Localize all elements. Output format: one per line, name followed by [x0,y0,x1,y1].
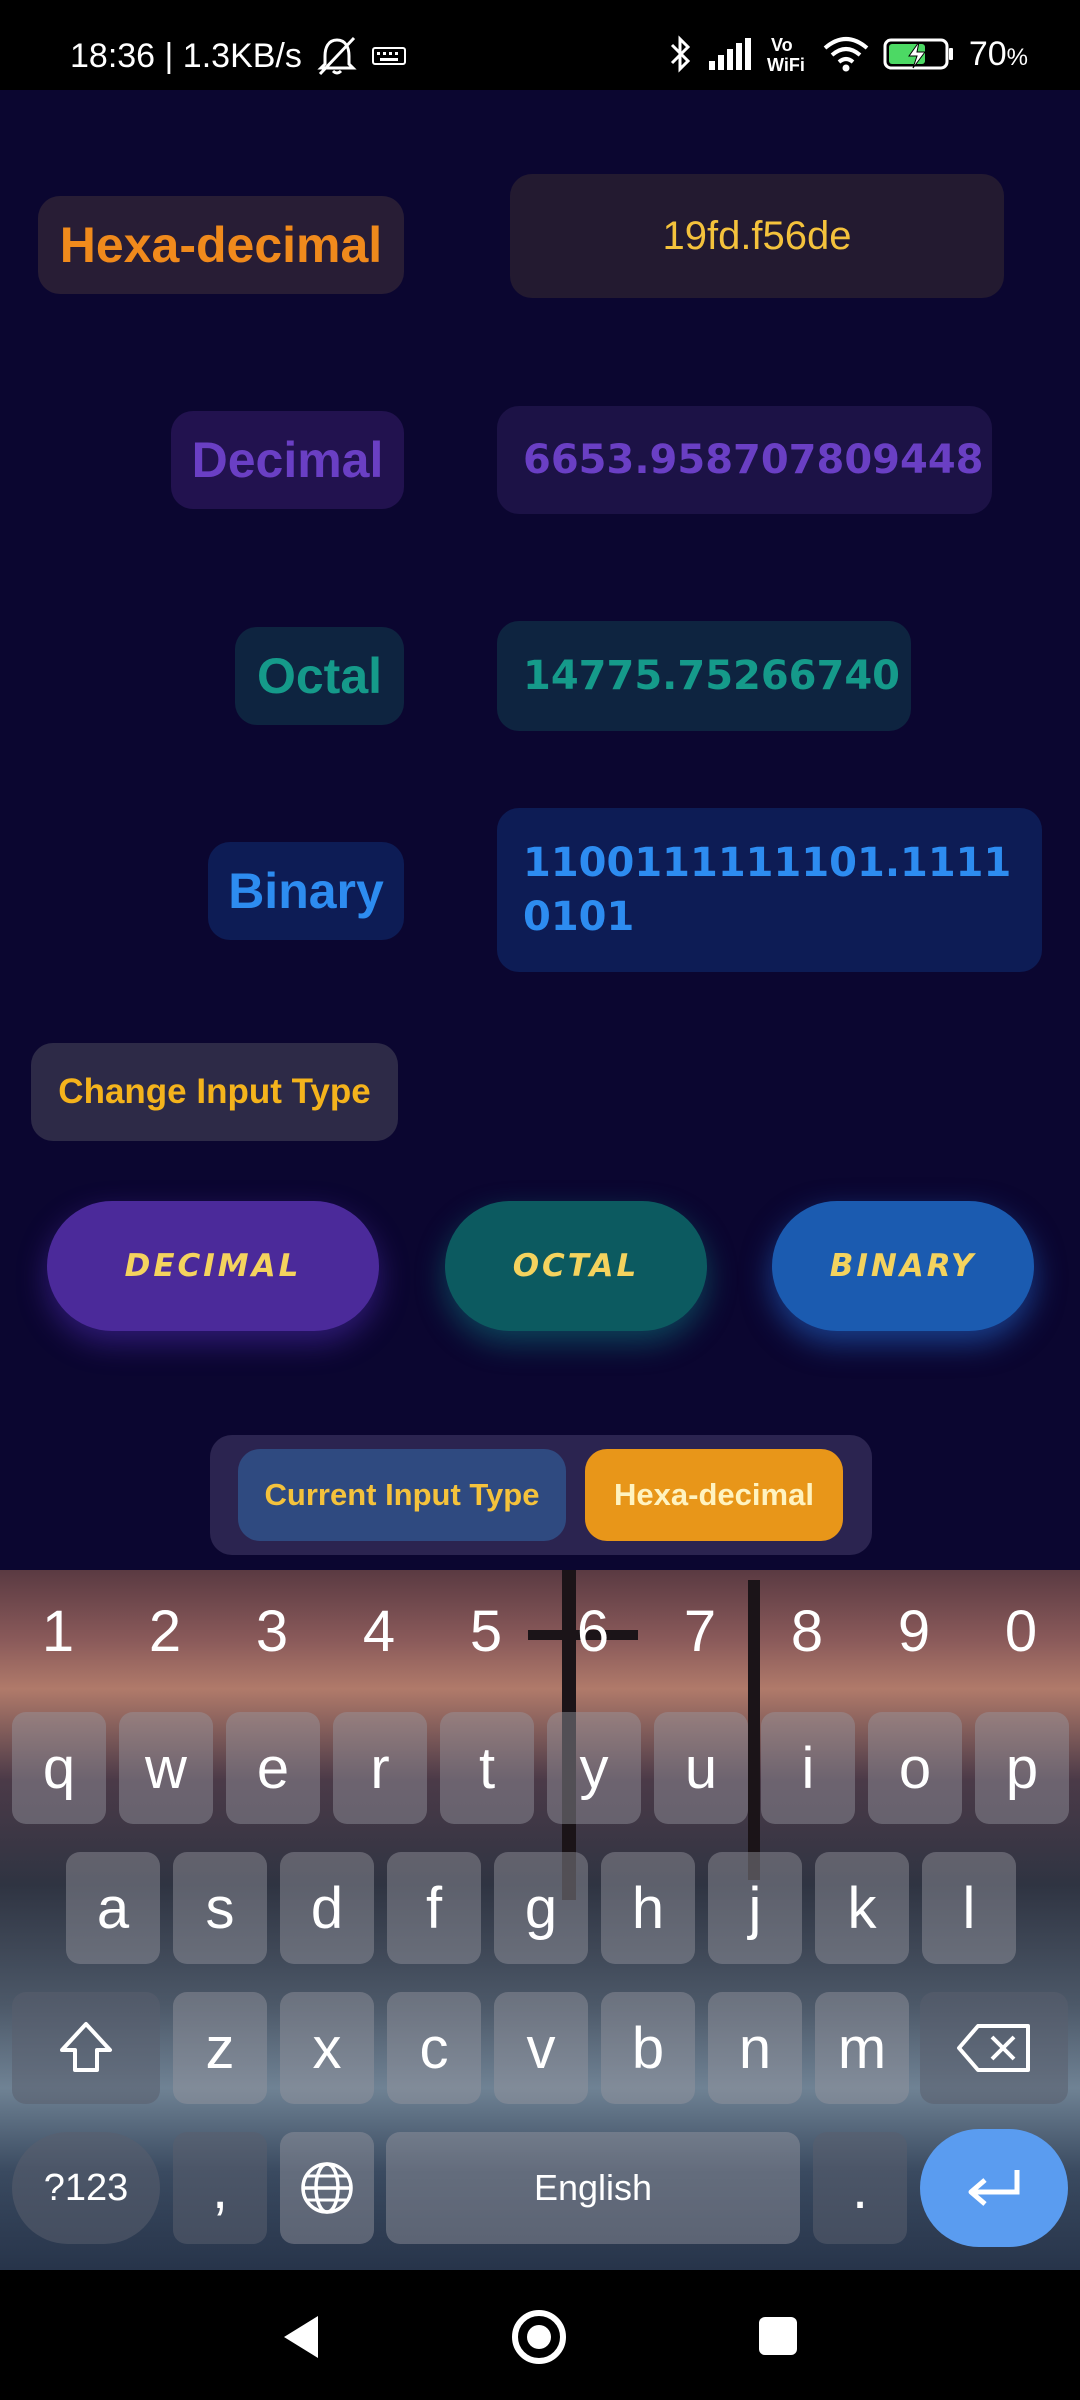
hex-label: Hexa-decimal [38,196,404,294]
recents-icon[interactable] [756,2314,800,2358]
bluetooth-icon [667,34,693,74]
number-row: 1 2 3 4 5 6 7 8 9 0 [0,1570,1080,1695]
navigation-bar [0,2270,1080,2400]
enter-key[interactable] [920,2129,1068,2247]
space-bar[interactable]: English [386,2132,800,2244]
key-f[interactable]: f [387,1852,481,1964]
key-7[interactable]: 7 [646,1598,754,1665]
binary-type-button[interactable]: BINARY [772,1201,1034,1331]
soft-keyboard: 1 2 3 4 5 6 7 8 9 0 q w e r t y u i o p … [0,1570,1080,2270]
symbols-key[interactable]: ?123 [12,2132,160,2244]
current-input-type-bar: Current Input Type Hexa-decimal [210,1435,872,1555]
decimal-value: 6653.958707809448 [497,406,992,514]
vowifi-icon: Vo WiFi [767,34,809,74]
battery-icon [883,36,955,72]
wifi-icon [823,36,869,72]
binary-label: Binary [208,842,404,940]
key-c[interactable]: c [387,1992,481,2104]
key-3[interactable]: 3 [218,1598,326,1665]
binary-value: 1100111111101.1111 0101 [497,808,1042,972]
key-r[interactable]: r [333,1712,427,1824]
back-icon[interactable] [278,2312,326,2362]
key-9[interactable]: 9 [860,1598,968,1665]
key-e[interactable]: e [226,1712,320,1824]
decimal-type-button[interactable]: DECIMAL [47,1201,379,1331]
period-key[interactable]: . [813,2132,907,2244]
key-t[interactable]: t [440,1712,534,1824]
binary-value-line2: 0101 [523,894,635,940]
octal-type-button[interactable]: OCTAL [445,1201,707,1331]
enter-icon [968,2170,1020,2206]
key-4[interactable]: 4 [325,1598,433,1665]
key-q[interactable]: q [12,1712,106,1824]
octal-value: 14775.75266740 [497,621,911,731]
key-h[interactable]: h [601,1852,695,1964]
key-0[interactable]: 0 [967,1598,1075,1665]
key-y[interactable]: y [547,1712,641,1824]
key-z[interactable]: z [173,1992,267,2104]
key-g[interactable]: g [494,1852,588,1964]
backspace-icon [957,2024,1030,2072]
shift-icon [60,2022,112,2072]
decimal-label: Decimal [171,411,404,509]
key-u[interactable]: u [654,1712,748,1824]
key-j[interactable]: j [708,1852,802,1964]
home-icon[interactable] [510,2308,568,2366]
status-left: 18:36 | 1.3KB/s [70,36,406,76]
key-p[interactable]: p [975,1712,1069,1824]
key-v[interactable]: v [494,1992,588,2104]
backspace-key[interactable] [920,1992,1068,2104]
shift-key[interactable] [12,1992,160,2104]
key-d[interactable]: d [280,1852,374,1964]
key-l[interactable]: l [922,1852,1016,1964]
octal-label: Octal [235,627,404,725]
svg-text:WiFi: WiFi [767,55,805,74]
key-8[interactable]: 8 [753,1598,861,1665]
key-i[interactable]: i [761,1712,855,1824]
key-5[interactable]: 5 [432,1598,540,1665]
status-right: Vo WiFi 70% [667,34,1028,74]
key-w[interactable]: w [119,1712,213,1824]
globe-icon [301,2162,353,2214]
mute-bell-icon [314,36,360,76]
key-b[interactable]: b [601,1992,695,2104]
svg-text:Vo: Vo [771,35,793,55]
signal-icon [707,37,753,71]
language-key[interactable] [280,2132,374,2244]
current-input-type-label: Current Input Type [238,1449,566,1541]
key-2[interactable]: 2 [111,1598,219,1665]
change-input-type-label: Change Input Type [31,1043,398,1141]
status-time-speed: 18:36 | 1.3KB/s [70,36,302,75]
key-n[interactable]: n [708,1992,802,2104]
key-6[interactable]: 6 [539,1598,647,1665]
key-o[interactable]: o [868,1712,962,1824]
key-1[interactable]: 1 [4,1598,112,1665]
key-k[interactable]: k [815,1852,909,1964]
current-input-type-value: Hexa-decimal [585,1449,843,1541]
app-screen: 18:36 | 1.3KB/s Vo WiFi 70% Hexa-decimal… [0,0,1080,2400]
key-x[interactable]: x [280,1992,374,2104]
key-a[interactable]: a [66,1852,160,1964]
battery-percent: 70% [968,34,1028,73]
keyboard-icon [371,45,406,67]
key-m[interactable]: m [815,1992,909,2104]
binary-value-line1: 1100111111101.1111 [523,840,1012,886]
key-s[interactable]: s [173,1852,267,1964]
comma-key[interactable]: , [173,2132,267,2244]
hex-input-field[interactable]: 19fd.f56de [510,174,1004,298]
status-bar: 18:36 | 1.3KB/s Vo WiFi 70% [0,0,1080,90]
